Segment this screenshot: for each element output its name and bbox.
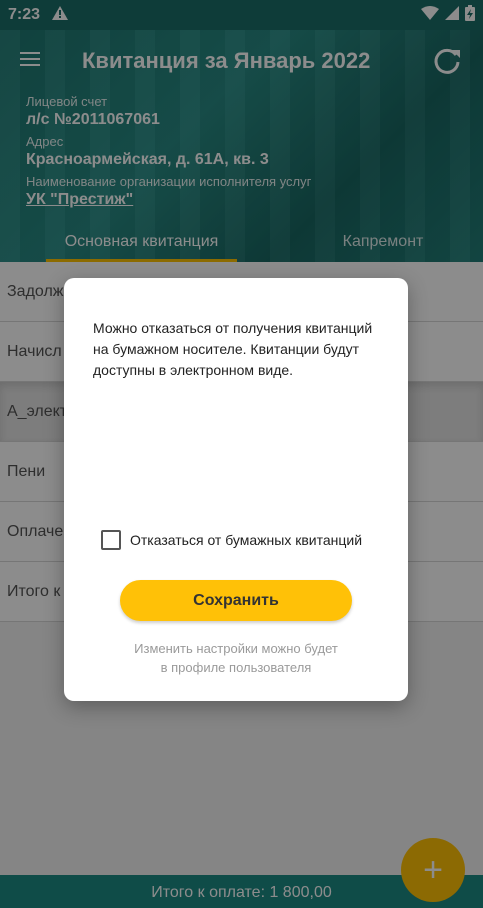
paperless-checkbox-row[interactable]: Отказаться от бумажных квитанций bbox=[101, 530, 362, 550]
dialog-message: Можно отказаться от получения квитанций … bbox=[93, 320, 373, 378]
dialog-note: Изменить настройки можно будет в профиле… bbox=[84, 639, 388, 677]
note-line-2: в профиле пользователя bbox=[160, 660, 312, 675]
note-line-1: Изменить настройки можно будет bbox=[134, 641, 338, 656]
checkbox-label[interactable]: Отказаться от бумажных квитанций bbox=[130, 532, 362, 548]
paperless-dialog: Можно отказаться от получения квитанций … bbox=[64, 278, 408, 701]
save-button[interactable]: Сохранить bbox=[120, 580, 352, 621]
paperless-checkbox[interactable] bbox=[101, 530, 121, 550]
